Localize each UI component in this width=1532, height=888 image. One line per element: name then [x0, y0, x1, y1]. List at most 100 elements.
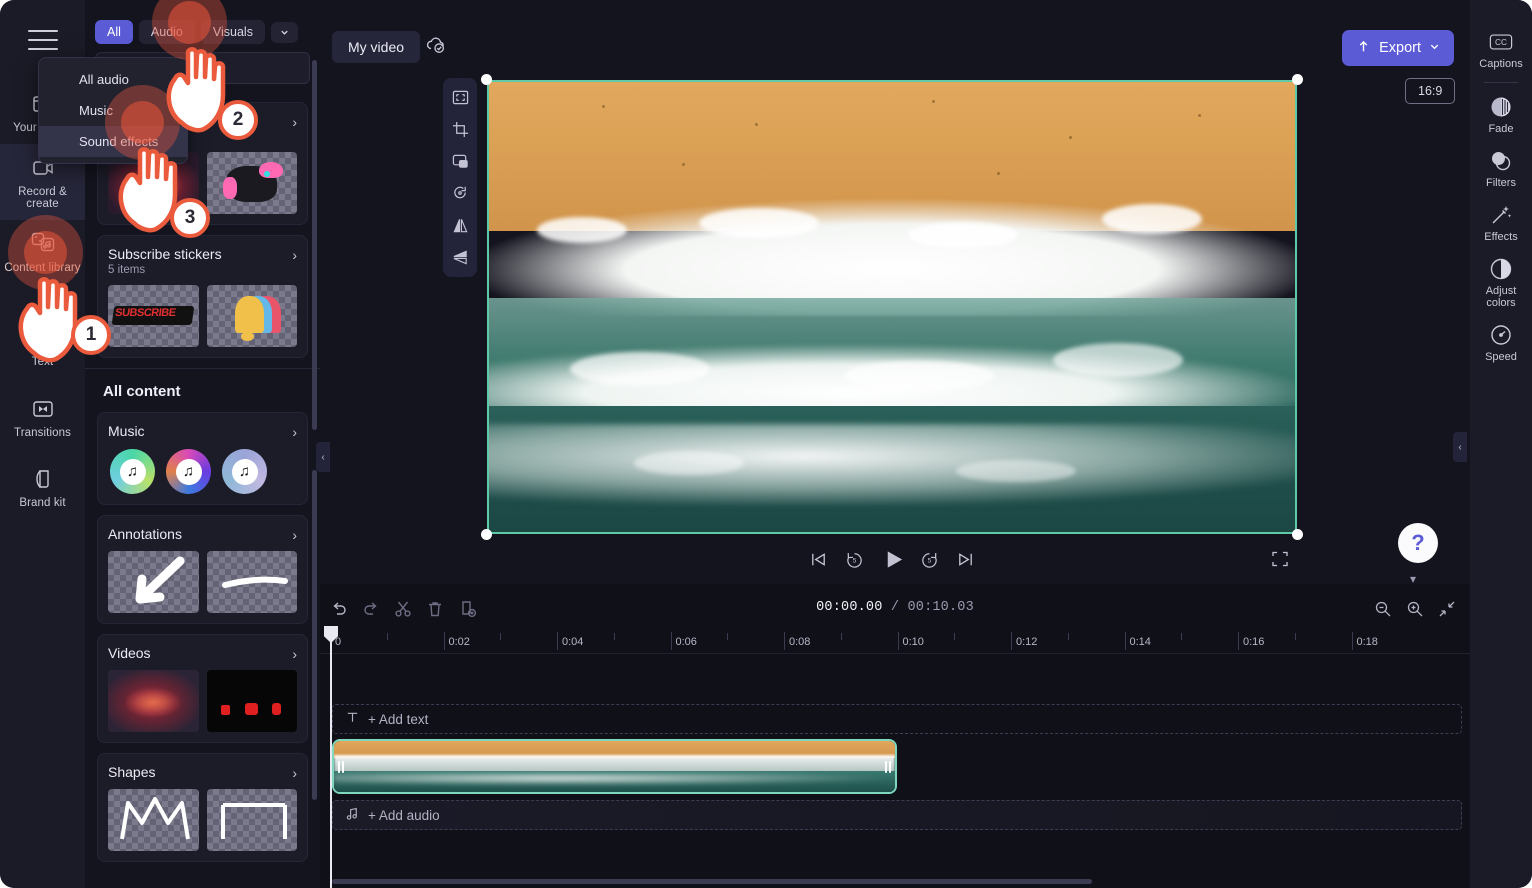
chevron-right-icon[interactable]: › — [292, 764, 297, 780]
sidebar-item-brand-kit[interactable]: Brand kit — [0, 448, 85, 519]
collection-card-subscribe-stickers[interactable]: Subscribe stickers 5 items › SUBSCRIBE — [97, 235, 308, 358]
chevron-right-icon[interactable]: › — [292, 645, 297, 661]
resize-handle-bottom-left[interactable] — [481, 529, 492, 540]
panel-item-speed[interactable]: Speed — [1470, 315, 1532, 369]
fullscreen-icon[interactable] — [1267, 546, 1293, 572]
music-note-icon — [345, 806, 360, 824]
zoom-in-icon[interactable] — [1404, 598, 1426, 620]
add-text-track[interactable]: + Add text — [332, 704, 1462, 734]
clip-trim-handle-right[interactable] — [881, 741, 895, 792]
panel-item-label: Speed — [1485, 351, 1517, 363]
menu-item-music[interactable]: Music — [39, 95, 187, 126]
panel-item-filters[interactable]: Filters — [1470, 141, 1532, 195]
resize-handle-bottom-right[interactable] — [1292, 529, 1303, 540]
thumbnail-video-explosion[interactable] — [108, 670, 199, 732]
ruler-label: 0:04 — [562, 636, 584, 648]
library-collapse-handle[interactable]: ‹ — [316, 442, 330, 472]
music-note-icon: ♫ — [119, 458, 146, 485]
zoom-out-icon[interactable] — [1372, 598, 1394, 620]
sidebar-item-content-library[interactable]: Content library — [0, 220, 85, 284]
menu-item-all-audio[interactable]: All audio — [39, 64, 187, 95]
video-preview[interactable] — [481, 74, 1303, 540]
thumbnail-clipart-unicorn[interactable] — [206, 152, 297, 214]
ruler-label: 0:16 — [1243, 636, 1265, 648]
thumbnail-shape-frame[interactable] — [206, 789, 297, 851]
filter-pill-audio[interactable]: Audio — [138, 20, 195, 44]
panel-item-adjust-colors[interactable]: Adjust colors — [1470, 249, 1532, 315]
flip-horizontal-icon[interactable] — [447, 213, 473, 238]
library-scrollbar-bottom[interactable] — [312, 470, 317, 800]
ruler-tick-minor — [840, 633, 842, 640]
thumbnail-shape-crown[interactable] — [108, 789, 199, 851]
dice-music-icon — [30, 231, 56, 257]
adjust-colors-icon — [1489, 257, 1513, 281]
picture-in-picture-icon[interactable] — [447, 149, 473, 174]
help-button[interactable]: ? — [1398, 523, 1438, 563]
timeline-video-clip[interactable] — [332, 739, 897, 794]
add-audio-track[interactable]: + Add audio — [332, 800, 1462, 830]
section-card-videos[interactable]: Videos › — [97, 634, 308, 743]
hamburger-icon[interactable] — [27, 30, 58, 50]
fit-timeline-icon[interactable] — [1436, 598, 1458, 620]
upload-arrow-icon — [1356, 39, 1371, 58]
timeline-horizontal-scrollbar[interactable] — [332, 879, 1092, 884]
forward-5s-button[interactable]: 5 — [916, 546, 942, 572]
thumbnail-notification-bell[interactable] — [206, 285, 297, 347]
crop-icon[interactable] — [447, 117, 473, 142]
filter-pill-all[interactable]: All — [95, 20, 133, 44]
preview-collapse-handle[interactable]: ‹ — [1453, 432, 1467, 462]
panel-item-effects[interactable]: Effects — [1470, 195, 1532, 249]
skip-to-start-button[interactable] — [805, 546, 831, 572]
fit-to-screen-icon[interactable] — [447, 85, 473, 110]
panel-item-fade[interactable]: Fade — [1470, 87, 1532, 141]
panel-item-label: Effects — [1484, 231, 1518, 243]
sidebar-item-transitions[interactable]: Transitions — [0, 378, 85, 449]
ruler-tick — [1238, 632, 1239, 650]
filter-pill-visuals[interactable]: Visuals — [200, 20, 265, 44]
section-card-music[interactable]: Music › ♫ ♫ ♫ — [97, 412, 308, 505]
sidebar-item-text[interactable]: Text — [0, 283, 85, 378]
chevron-right-icon[interactable]: › — [292, 423, 297, 439]
chevron-down-icon — [1429, 40, 1440, 56]
clip-trim-handle-left[interactable] — [334, 741, 348, 792]
thumbnail-arrow-annotation[interactable] — [108, 551, 199, 613]
fade-icon — [1489, 95, 1513, 119]
flip-vertical-icon[interactable] — [447, 245, 473, 270]
ruler-tick — [1351, 632, 1353, 650]
thumbnail-subscribe-banner[interactable]: SUBSCRIBE — [108, 285, 199, 347]
cc-icon: CC — [1489, 30, 1513, 54]
sidebar-item-label: Record & create — [18, 185, 67, 211]
rotate-icon[interactable] — [447, 181, 473, 206]
resize-handle-top-left[interactable] — [481, 74, 492, 85]
library-scrollbar-top[interactable] — [312, 60, 317, 430]
ruler-label: 0:12 — [1016, 636, 1038, 648]
thumbnail-video-subscribe[interactable] — [206, 670, 297, 732]
thumbnail-underline-annotation[interactable] — [206, 551, 297, 613]
add-audio-label: + Add audio — [368, 807, 440, 823]
filters-icon — [1489, 149, 1513, 173]
resize-handle-top-right[interactable] — [1292, 74, 1303, 85]
skip-to-end-button[interactable] — [952, 546, 978, 572]
section-card-shapes[interactable]: Shapes › — [97, 753, 308, 862]
music-thumb-3[interactable]: ♫ — [222, 449, 267, 494]
menu-item-sound-effects[interactable]: Sound effects — [39, 126, 187, 157]
aspect-ratio-button[interactable]: 16:9 — [1405, 78, 1456, 104]
play-button[interactable] — [878, 544, 908, 574]
chevron-right-icon[interactable]: › — [292, 113, 297, 129]
chevron-right-icon[interactable]: › — [292, 246, 297, 262]
music-thumb-1[interactable]: ♫ — [110, 449, 155, 494]
music-thumb-2[interactable]: ♫ — [166, 449, 211, 494]
chevron-down-icon[interactable] — [270, 21, 298, 43]
rewind-5s-button[interactable]: 5 — [841, 546, 867, 572]
project-title-input[interactable]: My video — [332, 31, 421, 63]
chevron-right-icon[interactable]: › — [292, 526, 297, 542]
collection-subtitle: 5 items — [108, 264, 146, 276]
section-card-annotations[interactable]: Annotations › — [97, 515, 308, 624]
brand-kit-icon — [30, 466, 56, 492]
panel-item-captions[interactable]: CC Captions — [1470, 22, 1532, 76]
export-button[interactable]: Export — [1342, 30, 1454, 66]
ruler-label: 0:14 — [1129, 636, 1151, 648]
chevron-down-icon[interactable]: ▾ — [1410, 572, 1416, 586]
library-filter-row: All Audio Visuals — [85, 0, 320, 52]
timeline-ruler[interactable]: 0 0:02 0:04 0:06 0:08 0:10 0:12 0:14 0:16 0:18 — [320, 628, 1470, 654]
